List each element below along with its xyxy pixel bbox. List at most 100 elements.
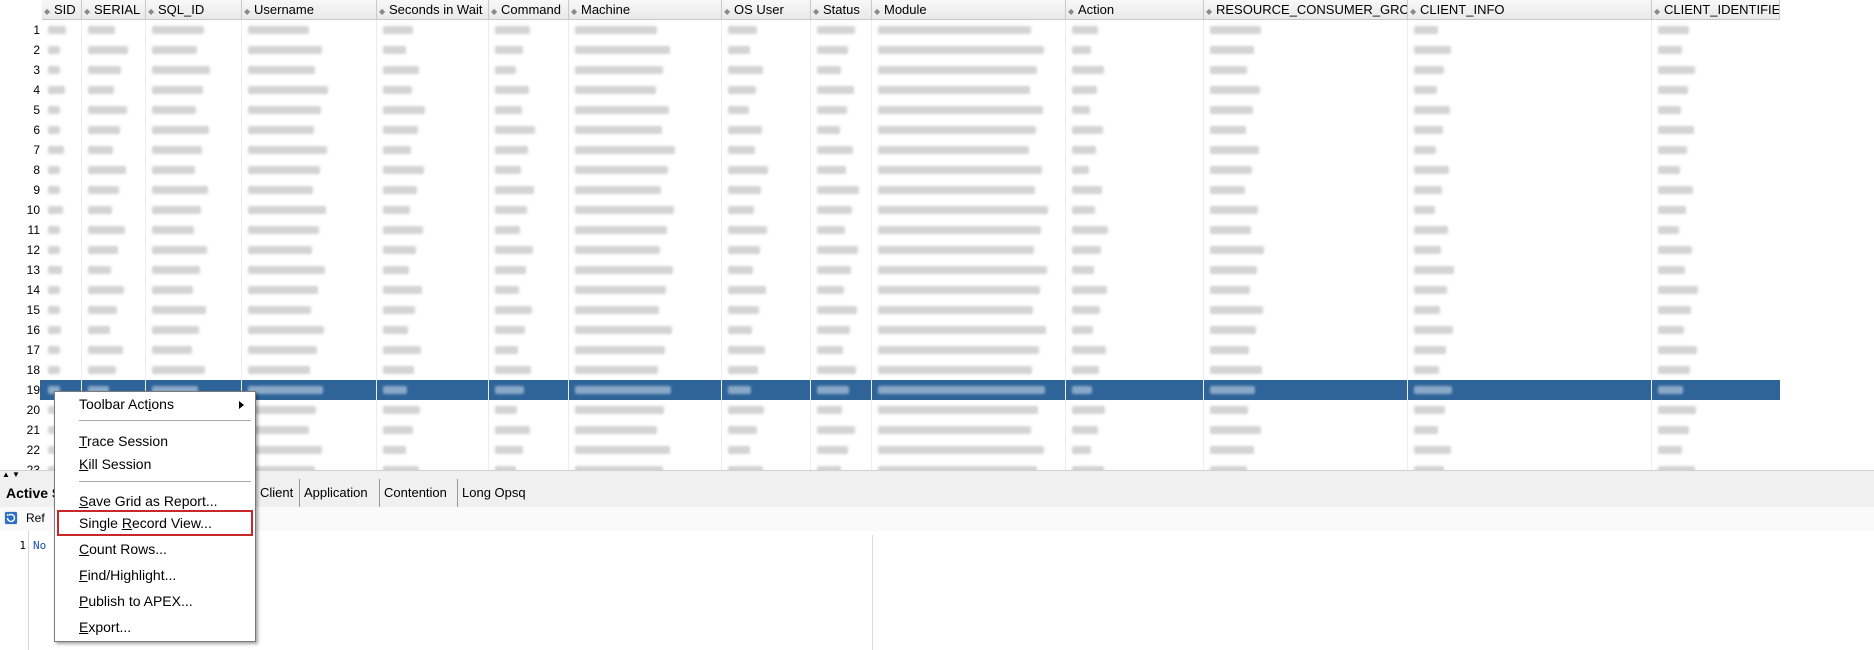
redacted-cell	[1072, 306, 1100, 314]
redacted-cell	[383, 106, 425, 114]
redacted-cell	[1414, 306, 1440, 314]
column-header-seconds-in-wait[interactable]: ◆ Seconds in Wait	[377, 0, 489, 19]
column-header-status[interactable]: ◆ Status	[811, 0, 872, 19]
tab-contention[interactable]: Contention	[380, 479, 458, 507]
tab-active-sql[interactable]: Active S	[2, 479, 62, 507]
redacted-cell	[48, 246, 60, 254]
collapse-down-icon[interactable]: ▼	[12, 471, 20, 479]
column-header-sid[interactable]: ◆ SID	[42, 0, 82, 19]
panel-divider[interactable]	[872, 535, 873, 650]
table-row[interactable]: 7	[0, 140, 1780, 160]
collapse-up-icon[interactable]: ▲	[2, 471, 10, 479]
redacted-cell	[878, 446, 1044, 454]
table-row[interactable]: 15	[0, 300, 1780, 320]
table-row[interactable]: 16	[0, 320, 1780, 340]
column-header-command[interactable]: ◆ Command	[489, 0, 569, 19]
redacted-cell	[248, 326, 324, 334]
sql-text-panel[interactable]: 1 No	[0, 531, 1874, 650]
row-number: 15	[26, 303, 40, 317]
redacted-cell	[1414, 86, 1437, 94]
menu-item-publish-to-apex[interactable]: Publish to APEX...	[79, 590, 193, 612]
menu-item-save-grid-as-report[interactable]: Save Grid as Report...	[79, 490, 218, 512]
column-header-resource-consumer-group[interactable]: ◆ RESOURCE_CONSUMER_GROUP	[1204, 0, 1408, 19]
table-row[interactable]: 9	[0, 180, 1780, 200]
table-row[interactable]: 23	[0, 460, 1780, 470]
tab-application[interactable]: Application	[300, 479, 380, 507]
redacted-cell	[1210, 286, 1250, 294]
column-header-client-info[interactable]: ◆ CLIENT_INFO	[1408, 0, 1652, 19]
redacted-cell	[817, 26, 855, 34]
row-number: 21	[26, 423, 40, 437]
column-header-client-identifier[interactable]: ◆ CLIENT_IDENTIFIER	[1652, 0, 1780, 19]
detail-toolbar: Ref	[0, 507, 1874, 531]
redacted-cell	[248, 286, 318, 294]
row-number: 7	[33, 143, 40, 157]
sql-text[interactable]: No	[33, 539, 46, 552]
sessions-grid[interactable]: ◆ SID ◆ SERIAL ◆ SQL_ID ◆ Username ◆ Seconds …	[0, 0, 1874, 470]
redacted-cell	[495, 246, 533, 254]
table-row[interactable]: 18	[0, 360, 1780, 380]
menu-item-count-rows[interactable]: Count Rows...	[79, 538, 167, 560]
table-row[interactable]: 3	[0, 60, 1780, 80]
redacted-cell	[1658, 386, 1683, 394]
redacted-cell	[88, 66, 121, 74]
table-row[interactable]: 8	[0, 160, 1780, 180]
tab-client[interactable]: Client	[256, 479, 300, 507]
table-row[interactable]: 12	[0, 240, 1780, 260]
table-row[interactable]: 14	[0, 280, 1780, 300]
table-row[interactable]: 22	[0, 440, 1780, 460]
redacted-cell	[728, 306, 759, 314]
table-row[interactable]: 20	[0, 400, 1780, 420]
column-header-os-user[interactable]: ◆ OS User	[722, 0, 811, 19]
column-header-serial[interactable]: ◆ SERIAL	[82, 0, 146, 19]
redacted-cell	[575, 106, 669, 114]
redacted-cell	[1072, 286, 1107, 294]
column-header-username[interactable]: ◆ Username	[242, 0, 377, 19]
column-header-module[interactable]: ◆ Module	[872, 0, 1066, 19]
row-number: 9	[33, 183, 40, 197]
refresh-icon[interactable]	[4, 511, 18, 525]
menu-item-toolbar-actions[interactable]: Toolbar Actions	[79, 393, 174, 415]
table-row[interactable]: 17	[0, 340, 1780, 360]
redacted-cell	[728, 426, 757, 434]
line-number: 1	[19, 539, 26, 552]
table-row[interactable]: 19	[0, 380, 1780, 400]
redacted-cell	[1072, 46, 1091, 54]
redacted-cell	[88, 186, 119, 194]
grid-body[interactable]: 1 2 3 4 5 6 7 8 9 10 11 12 13 14 15 16 17 18 19 20 21 22 23	[0, 20, 1874, 470]
redacted-cell	[728, 366, 758, 374]
redacted-cell	[817, 186, 859, 194]
table-row[interactable]: 11	[0, 220, 1780, 240]
column-header-action[interactable]: ◆ Action	[1066, 0, 1204, 19]
menu-item-trace-session[interactable]: Trace Session	[79, 430, 168, 452]
refresh-button[interactable]: Ref	[26, 511, 45, 525]
sort-arrows-icon: ◆	[1206, 7, 1213, 16]
redacted-cell	[495, 206, 527, 214]
column-header-sql-id[interactable]: ◆ SQL_ID	[146, 0, 242, 19]
table-row[interactable]: 4	[0, 80, 1780, 100]
redacted-cell	[1658, 206, 1686, 214]
table-row[interactable]: 10	[0, 200, 1780, 220]
column-header-machine[interactable]: ◆ Machine	[569, 0, 722, 19]
redacted-cell	[383, 126, 418, 134]
tab-long-ops[interactable]: Long Opsq	[458, 479, 538, 507]
row-number: 6	[33, 123, 40, 137]
menu-item-kill-session[interactable]: Kill Session	[79, 453, 151, 475]
redacted-cell	[878, 46, 1044, 54]
redacted-cell	[88, 46, 128, 54]
redacted-cell	[48, 346, 60, 354]
panel-splitter[interactable]: ▲ ▼	[0, 470, 1874, 479]
table-row[interactable]: 6	[0, 120, 1780, 140]
table-row[interactable]: 21	[0, 420, 1780, 440]
table-row[interactable]: 1	[0, 20, 1780, 40]
table-row[interactable]: 5	[0, 100, 1780, 120]
table-row[interactable]: 13	[0, 260, 1780, 280]
sort-arrows-icon: ◆	[1654, 7, 1661, 16]
menu-item-find-highlight[interactable]: Find/Highlight...	[79, 564, 176, 586]
row-number: 3	[33, 63, 40, 77]
menu-item-export[interactable]: Export...	[79, 616, 131, 638]
table-row[interactable]: 2	[0, 40, 1780, 60]
sort-arrows-icon: ◆	[1068, 7, 1075, 16]
redacted-cell	[383, 146, 411, 154]
redacted-cell	[1414, 146, 1436, 154]
